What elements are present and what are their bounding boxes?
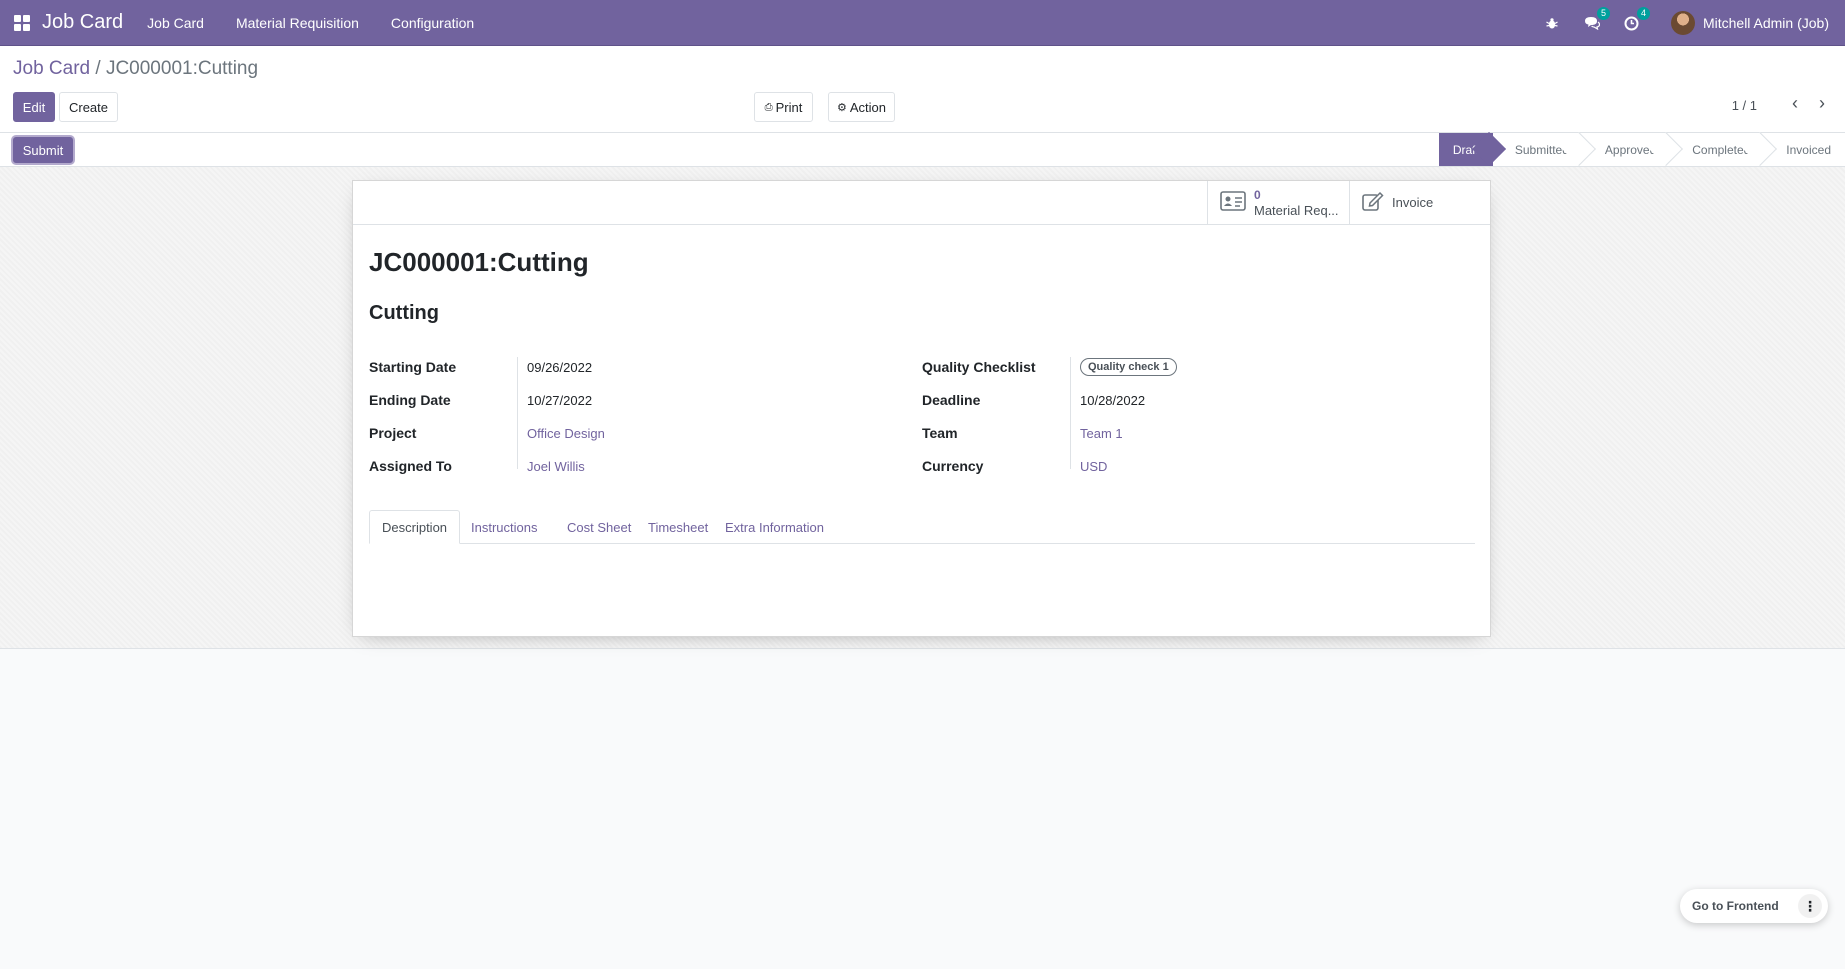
tab-description[interactable]: Description — [369, 510, 461, 544]
ending-date-label: Ending Date — [369, 392, 451, 408]
breadcrumb-separator: / — [95, 58, 101, 79]
user-avatar[interactable] — [1670, 11, 1695, 35]
quality-checklist-tag[interactable]: Quality check 1 — [1080, 358, 1177, 376]
invoice-label: Invoice — [1392, 195, 1434, 210]
debug-icon[interactable] — [1543, 14, 1561, 32]
go-to-frontend-button[interactable]: Go to Frontend — [1692, 899, 1779, 913]
material-requisition-smart-button[interactable]: 0 Material Req... — [1207, 181, 1349, 224]
deadline-label: Deadline — [922, 392, 981, 408]
assigned-to-label: Assigned To — [369, 458, 452, 474]
print-icon: ⎙ — [764, 101, 773, 113]
more-options-icon[interactable]: ⋮ — [1798, 894, 1822, 918]
chevron-right-icon[interactable]: › — [1812, 93, 1832, 113]
print-label: Print — [775, 99, 803, 115]
team-link[interactable]: Team 1 — [1080, 426, 1123, 441]
menu-job-card[interactable]: Job Card — [147, 15, 204, 31]
breadcrumb-parent-link[interactable]: Job Card — [13, 58, 90, 79]
print-button[interactable]: ⎙ Print — [754, 92, 813, 122]
form-sheet: 0 Material Req... Invoice JC000001:Cutti… — [352, 180, 1491, 637]
action-button[interactable]: ⚙ Action — [828, 92, 895, 122]
messages-icon[interactable]: 5 — [1583, 7, 1610, 32]
activities-clock-icon[interactable]: 4 — [1623, 7, 1650, 32]
edit-icon — [1362, 191, 1384, 214]
edit-button[interactable]: Edit — [13, 92, 55, 122]
record-subtitle: Cutting — [369, 302, 439, 324]
quality-checklist-label: Quality Checklist — [922, 359, 1036, 375]
gear-icon: ⚙ — [836, 101, 847, 114]
chevron-left-icon[interactable]: ‹ — [1785, 93, 1805, 113]
smart-button-box: 0 Material Req... Invoice — [353, 181, 1490, 225]
tab-extra-information[interactable]: Extra Information — [713, 510, 836, 544]
stage-draft[interactable]: Draft — [1438, 133, 1493, 166]
statusbar: Submit Draft Submitted Approved Complete… — [0, 133, 1845, 167]
invoice-smart-button[interactable]: Invoice — [1349, 181, 1490, 224]
status-stages: Draft Submitted Approved Completed Invoi… — [1438, 133, 1845, 166]
app-brand[interactable]: Job Card — [42, 11, 123, 34]
team-label: Team — [922, 425, 958, 441]
currency-label: Currency — [922, 458, 984, 474]
menu-configuration[interactable]: Configuration — [391, 15, 474, 31]
tab-cost-sheet[interactable]: Cost Sheet — [555, 510, 643, 544]
pager-value[interactable]: 1 / 1 — [1732, 98, 1757, 113]
deadline-value: 10/28/2022 — [1080, 393, 1146, 408]
apps-menu-icon[interactable] — [14, 14, 30, 31]
breadcrumb-current: JC000001:Cutting — [105, 58, 259, 79]
create-button[interactable]: Create — [59, 92, 118, 122]
user-menu[interactable]: Mitchell Admin (Job) — [1703, 15, 1829, 31]
ending-date-value: 10/27/2022 — [527, 393, 593, 408]
stage-submitted[interactable]: Submitted — [1492, 133, 1583, 166]
project-link[interactable]: Office Design — [527, 426, 605, 441]
notebook-tabs: Description Instructions Cost Sheet Time… — [369, 510, 1475, 544]
record-title: JC000001:Cutting — [369, 247, 589, 277]
left-group-divider — [517, 357, 518, 469]
stage-approved[interactable]: Approved — [1582, 133, 1671, 166]
submit-button[interactable]: Submit — [13, 137, 73, 163]
project-label: Project — [369, 425, 417, 441]
currency-link[interactable]: USD — [1080, 459, 1107, 474]
control-panel: Job Card / JC000001:Cutting Edit Create … — [0, 46, 1845, 133]
action-label: Action — [849, 99, 886, 115]
right-group-divider — [1070, 357, 1071, 469]
menu-material-requisition[interactable]: Material Requisition — [236, 15, 359, 31]
assigned-to-link[interactable]: Joel Willis — [527, 459, 585, 474]
material-req-count: 0 — [1254, 187, 1261, 202]
stage-completed[interactable]: Completed — [1670, 133, 1765, 166]
starting-date-label: Starting Date — [369, 359, 457, 375]
tab-instructions[interactable]: Instructions — [459, 510, 549, 544]
id-card-icon — [1220, 191, 1246, 214]
go-to-frontend-widget: Go to Frontend ⋮ — [1680, 889, 1828, 923]
material-req-label: Material Req... — [1254, 202, 1339, 218]
breadcrumb: Job Card / JC000001:Cutting — [13, 58, 258, 80]
messages-count-badge: 5 — [1596, 7, 1610, 20]
starting-date-value: 09/26/2022 — [527, 360, 593, 375]
main-navbar: Job Card Job Card Material Requisition C… — [0, 0, 1845, 46]
tab-timesheet[interactable]: Timesheet — [636, 510, 720, 544]
activities-count-badge: 4 — [1636, 7, 1650, 20]
